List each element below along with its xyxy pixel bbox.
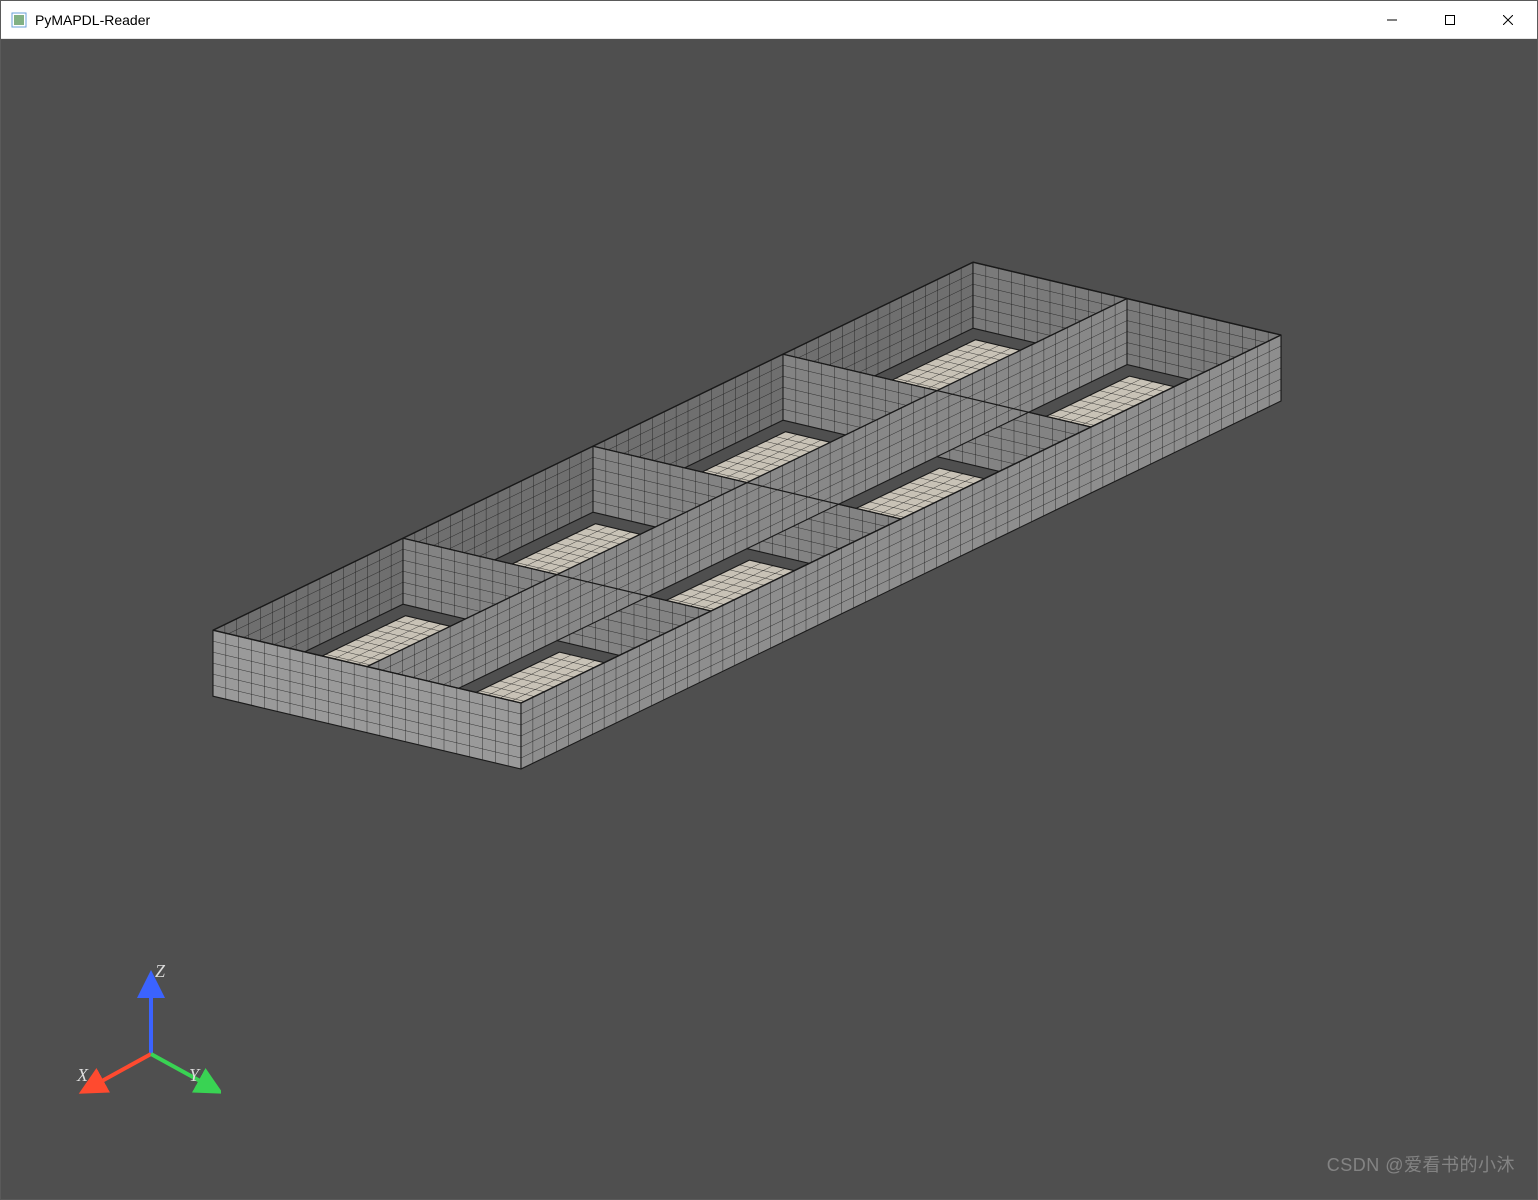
minimize-button[interactable] [1363,1,1421,38]
close-icon [1503,15,1513,25]
mesh-render [1,39,1537,1199]
maximize-icon [1445,15,1455,25]
titlebar[interactable]: PyMAPDL-Reader [1,1,1537,39]
maximize-button[interactable] [1421,1,1479,38]
app-window: PyMAPDL-Reader [0,0,1538,1200]
minimize-icon [1387,15,1397,25]
window-controls [1363,1,1537,38]
app-icon [11,12,27,28]
close-button[interactable] [1479,1,1537,38]
3d-viewport[interactable]: Z X Y CSDN @爱看书的小沐 [1,39,1537,1199]
window-title: PyMAPDL-Reader [35,12,1363,28]
